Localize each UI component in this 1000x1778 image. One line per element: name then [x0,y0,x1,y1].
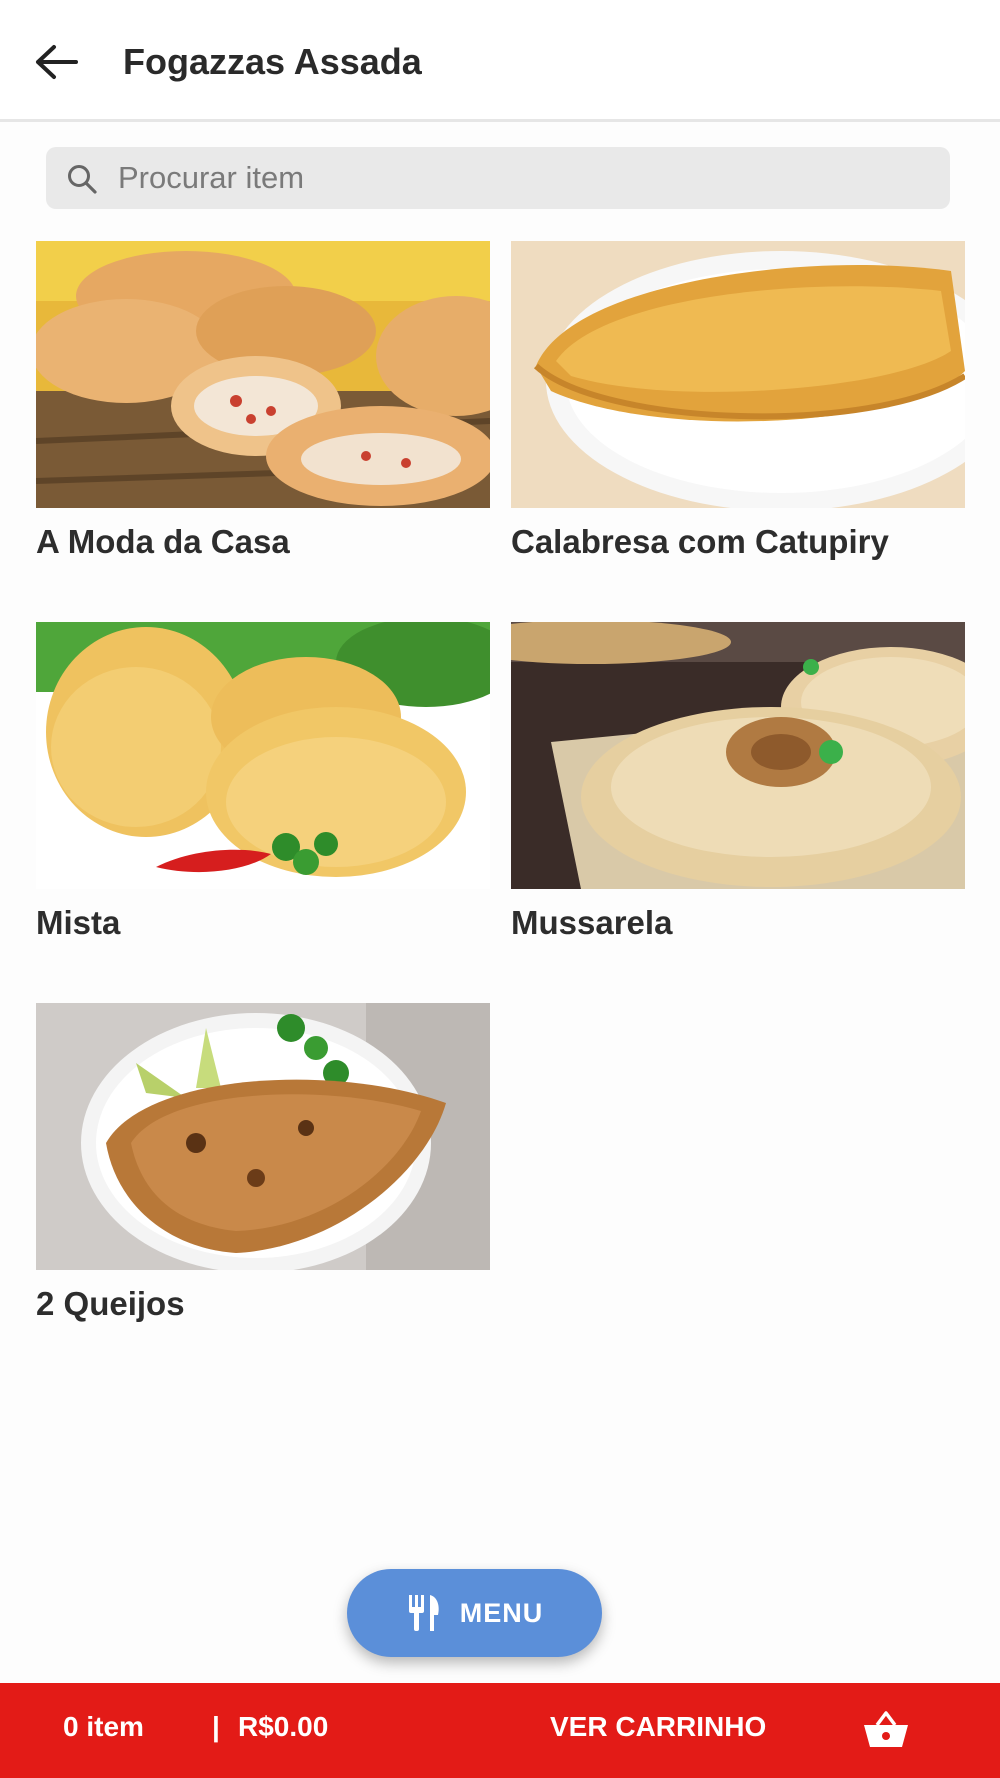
cart-bar: 0 item | R$0.00 VER CARRINHO [0,1683,1000,1778]
back-button[interactable] [30,36,82,88]
page-title: Fogazzas Assada [123,41,422,82]
product-image [36,622,490,889]
product-card-calabresa-com-catupiry[interactable]: Calabresa com Catupiry [511,241,965,562]
cart-item-count: 0 item [63,1711,144,1742]
product-image [511,622,965,889]
product-name: Mussarela [511,904,673,941]
product-image [36,241,490,508]
cart-separator: | [212,1711,220,1742]
product-card-a-moda-da-casa[interactable]: A Moda da Casa [36,241,490,562]
product-name: A Moda da Casa [36,523,290,560]
product-image [36,1003,490,1270]
product-card-mussarela[interactable]: Mussarela [511,622,965,943]
search-bar[interactable] [46,147,950,209]
product-name: Mista [36,904,121,941]
product-card-2-queijos[interactable]: 2 Queijos [36,1003,490,1324]
product-card-mista[interactable]: Mista [36,622,490,943]
search-input[interactable] [118,147,938,209]
basket-icon[interactable] [861,1705,911,1755]
arrow-left-icon [36,45,78,79]
view-cart-button[interactable]: VER CARRINHO [550,1711,766,1743]
menu-button[interactable]: MENU [347,1569,602,1657]
search-icon [68,165,97,194]
product-name: 2 Queijos [36,1285,185,1322]
app-header: Fogazzas Assada [0,0,1000,122]
product-image [511,241,965,508]
menu-label: MENU [459,1597,544,1628]
cart-total: R$0.00 [238,1711,329,1742]
product-name: Calabresa com Catupiry [511,523,889,560]
cutlery-icon [408,1595,439,1631]
